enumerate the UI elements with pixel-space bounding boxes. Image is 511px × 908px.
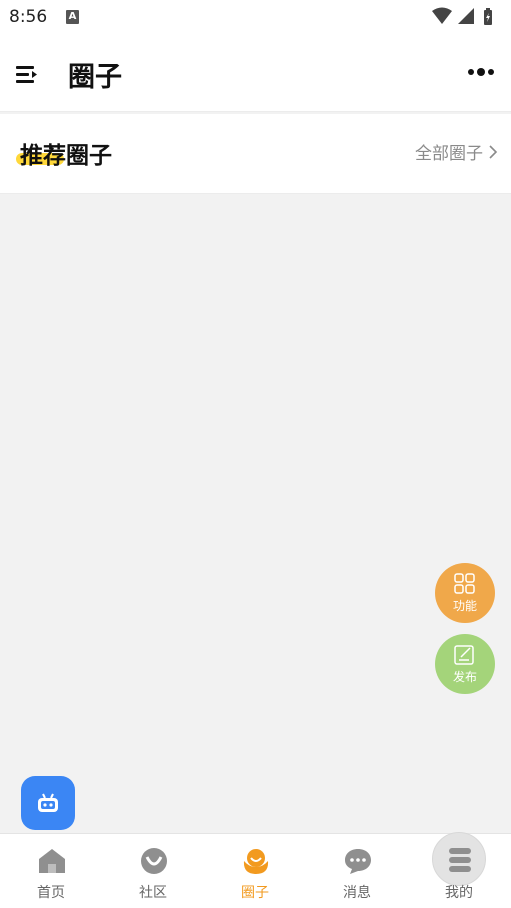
status-bar: 8:56 A xyxy=(0,0,511,36)
wifi-icon xyxy=(432,7,452,24)
function-fab[interactable]: 功能 xyxy=(435,563,495,623)
assistant-bot-button[interactable] xyxy=(21,776,75,830)
function-label: 功能 xyxy=(452,599,477,613)
profile-circle xyxy=(432,832,486,886)
page-title: 圈子 xyxy=(68,62,122,93)
menu-button[interactable] xyxy=(14,62,40,86)
post-fab[interactable]: 发布 xyxy=(435,634,495,694)
circle-icon xyxy=(243,849,269,874)
tab-home[interactable]: 首页 xyxy=(0,834,102,908)
status-icons xyxy=(431,7,503,27)
all-circles-label: 全部圈子 xyxy=(415,144,483,164)
notification-icon: A xyxy=(66,10,79,24)
profile-icon xyxy=(449,848,471,872)
robot-icon xyxy=(38,793,58,812)
more-dots-icon xyxy=(468,68,494,76)
edit-icon xyxy=(454,645,474,665)
tab-label-home: 首页 xyxy=(37,885,65,901)
chevron-right-icon xyxy=(489,144,498,159)
tab-community[interactable]: 社区 xyxy=(102,834,204,908)
post-label: 发布 xyxy=(452,670,477,684)
tab-profile[interactable]: 我的 xyxy=(408,832,510,908)
tab-label-community: 社区 xyxy=(139,885,167,901)
section-title-wrap: 推荐圈子 xyxy=(16,136,112,170)
message-icon xyxy=(345,849,371,874)
menu-icon xyxy=(16,66,37,83)
tab-label-circle: 圈子 xyxy=(241,885,269,901)
status-time: 8:56 xyxy=(9,7,48,27)
signal-icon xyxy=(458,8,474,24)
home-icon xyxy=(39,849,65,873)
battery-icon xyxy=(484,8,492,25)
tab-label-messages: 消息 xyxy=(343,885,371,901)
tab-circle[interactable]: 圈子 xyxy=(204,834,306,908)
section-title: 推荐圈子 xyxy=(20,143,112,169)
recommended-section: 推荐圈子 全部圈子 xyxy=(0,114,511,194)
grid-icon xyxy=(454,573,475,594)
app-header: 圈子 xyxy=(0,36,511,112)
bottom-tab-bar: 首页 社区 圈子 消息 我的 xyxy=(0,832,511,908)
tab-label-profile: 我的 xyxy=(445,885,473,901)
community-icon xyxy=(141,848,167,874)
all-circles-link[interactable]: 全部圈子 xyxy=(415,139,499,164)
tab-messages[interactable]: 消息 xyxy=(306,834,408,908)
more-button[interactable] xyxy=(467,60,497,84)
